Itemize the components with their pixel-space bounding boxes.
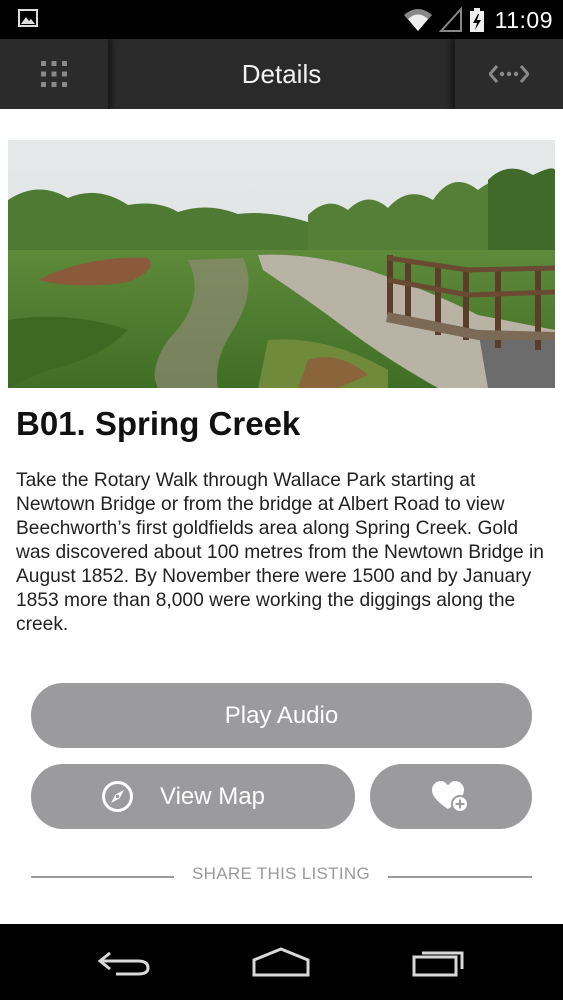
park-path-bridge-photo <box>8 140 555 388</box>
cell-signal-icon <box>438 7 462 32</box>
wifi-icon <box>403 9 432 31</box>
divider <box>31 876 174 878</box>
share-connect-icon <box>489 65 529 83</box>
home-button[interactable] <box>241 938 321 986</box>
add-favourite-button[interactable] <box>370 764 532 829</box>
back-icon <box>97 951 150 976</box>
play-audio-label: Play Audio <box>224 701 339 729</box>
recents-button[interactable] <box>399 938 479 986</box>
recents-icon <box>412 951 464 977</box>
system-nav-bar <box>0 924 563 1000</box>
menu-button[interactable] <box>0 39 110 109</box>
page-title: Details <box>241 58 322 89</box>
share-listing-link[interactable]: SHARE THIS LISTING <box>174 864 388 884</box>
share-section: SHARE THIS LISTING <box>31 864 532 888</box>
view-map-label: View Map <box>160 782 265 810</box>
home-icon <box>252 947 310 977</box>
view-map-button[interactable]: View Map <box>31 764 355 829</box>
listing-content: B01. Spring Creek Take the Rotary Walk t… <box>0 109 563 924</box>
listing-description: Take the Rotary Walk through Wallace Par… <box>16 470 544 635</box>
status-bar: 11:09 <box>0 0 563 39</box>
battery-charging-icon <box>469 8 484 32</box>
status-icons: 11:09 <box>403 4 553 36</box>
divider <box>388 876 532 878</box>
image-notification-icon <box>18 9 38 27</box>
status-time: 11:09 <box>494 6 553 33</box>
action-bar: Details <box>0 39 563 109</box>
back-button[interactable] <box>84 938 164 986</box>
listing-title: B01. Spring Creek <box>16 405 301 442</box>
share-connect-button[interactable] <box>453 39 563 109</box>
play-audio-button[interactable]: Play Audio <box>31 683 532 748</box>
compass-icon <box>102 781 133 812</box>
grid-menu-icon <box>41 61 67 87</box>
heart-add-icon <box>432 780 469 813</box>
